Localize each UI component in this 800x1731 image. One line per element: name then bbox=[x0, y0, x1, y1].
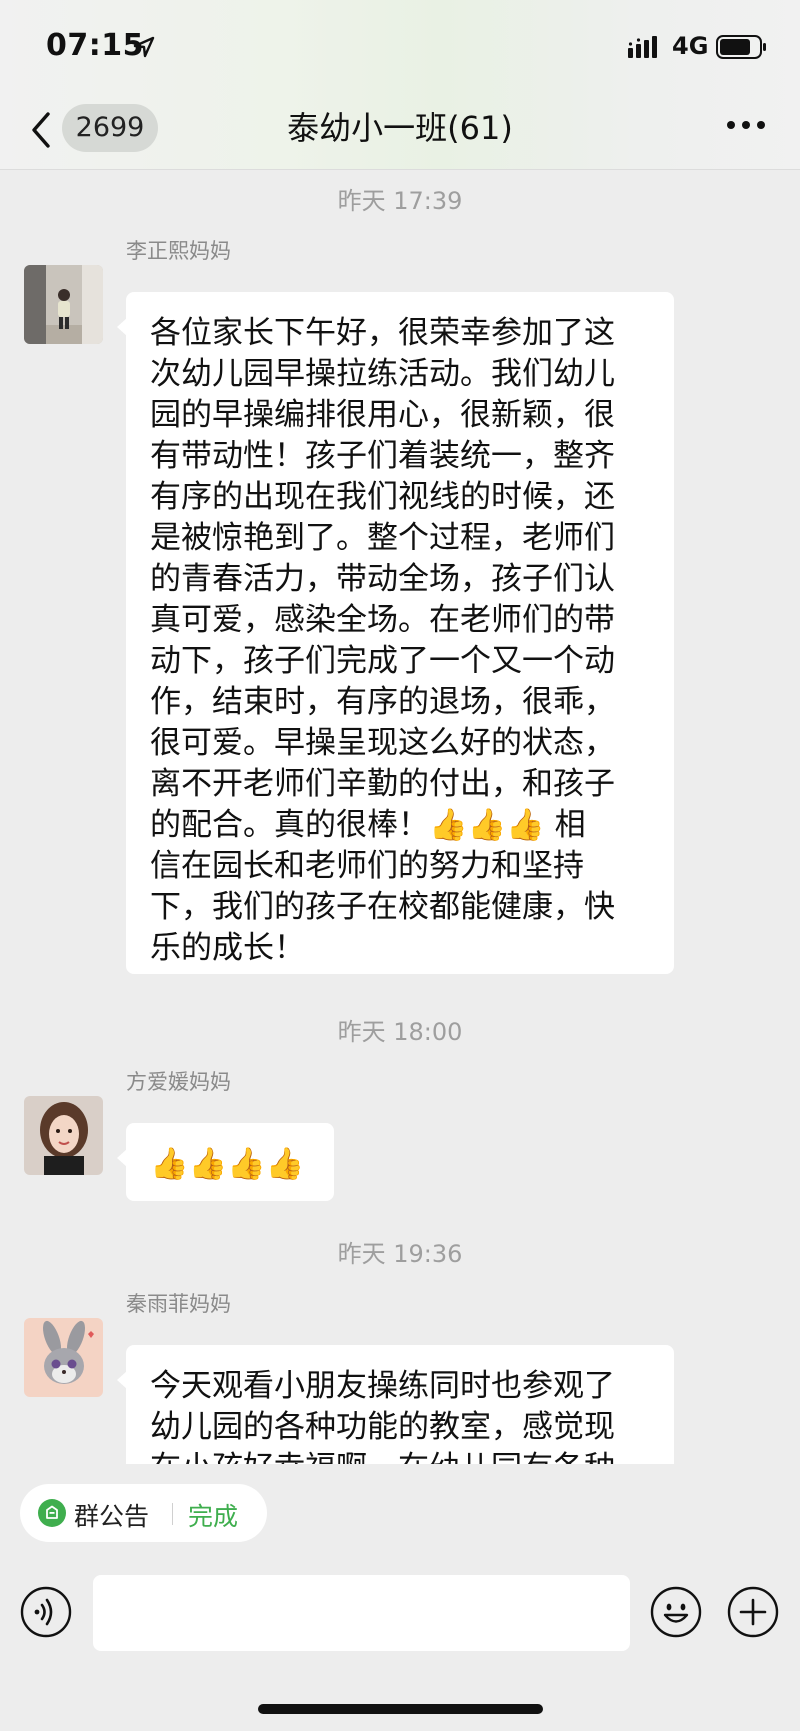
sender-name: 方爱媛妈妈 bbox=[126, 1070, 231, 1094]
message-line: 乐的成长！ bbox=[150, 930, 305, 966]
network-type: 4G bbox=[672, 32, 709, 60]
message-bubble[interactable]: 各位家长下午好，很荣幸参加了这 次幼儿园早操拉练活动。我们幼儿 园的早操编排很用… bbox=[117, 292, 674, 974]
divider bbox=[172, 1503, 173, 1525]
message-timestamp: 昨天 18:00 bbox=[337, 1018, 463, 1046]
emoji-icon[interactable] bbox=[650, 1586, 702, 1638]
nav-bar: 2699 泰幼小一班(61) bbox=[0, 92, 800, 170]
message-line: 有带动性！孩子们着装统一，整齐 bbox=[150, 438, 615, 474]
message-line: 今天观看小朋友操练同时也参观了 bbox=[150, 1368, 615, 1404]
chat-title: 泰幼小一班(61) bbox=[287, 109, 513, 147]
home-indicator bbox=[258, 1704, 543, 1714]
location-arrow-icon bbox=[133, 36, 155, 58]
message-line: 是被惊艳到了。整个过程，老师们 bbox=[150, 520, 615, 556]
message-line: 动下，孩子们完成了一个又一个动 bbox=[150, 643, 615, 679]
voice-icon[interactable] bbox=[20, 1586, 72, 1638]
status-time: 07:15 bbox=[46, 28, 144, 63]
message-list[interactable]: 昨天 17:39 李正熙妈妈 各位家长下午好，很荣幸参加了这 次幼儿园早操拉练活… bbox=[0, 171, 800, 1464]
message-line: 在小孩好幸福啊，在幼儿园有各种 bbox=[150, 1448, 652, 1464]
message-input[interactable] bbox=[93, 1575, 630, 1651]
message-line: 幼儿园的各种功能的教室，感觉现 bbox=[150, 1409, 615, 1445]
notice-icon bbox=[38, 1499, 66, 1527]
message-line: 离不开老师们辛勤的付出，和孩子 bbox=[150, 766, 615, 802]
message-line: 作，结束时，有序的退场，很乖， bbox=[150, 684, 615, 720]
more-dots-icon[interactable] bbox=[726, 118, 766, 132]
message-line: 真可爱，感染全场。在老师们的带 bbox=[150, 602, 615, 638]
notice-done-button[interactable]: 完成 bbox=[188, 1497, 238, 1533]
avatar[interactable] bbox=[24, 1318, 103, 1397]
message-bubble[interactable]: 👍👍👍👍 bbox=[117, 1123, 334, 1201]
avatar[interactable] bbox=[24, 265, 103, 344]
message-line: 有序的出现在我们视线的时候，还 bbox=[150, 479, 615, 515]
message-line: 园的早操编排很用心，很新颖，很 bbox=[150, 397, 615, 433]
battery-icon bbox=[716, 35, 766, 59]
sender-name: 李正熙妈妈 bbox=[126, 239, 231, 263]
message-line: 很可爱。早操呈现这么好的状态， bbox=[150, 725, 615, 761]
notice-label: 群公告 bbox=[74, 1502, 150, 1531]
avatar[interactable] bbox=[24, 1096, 103, 1175]
message-timestamp: 昨天 19:36 bbox=[337, 1240, 463, 1268]
plus-icon[interactable] bbox=[727, 1586, 779, 1638]
status-bar: 07:15 4G bbox=[0, 0, 800, 92]
message-bubble[interactable]: 今天观看小朋友操练同时也参观了 幼儿园的各种功能的教室，感觉现 在小孩好幸福啊，… bbox=[117, 1345, 674, 1464]
message-line: 各位家长下午好，很荣幸参加了这 bbox=[150, 315, 615, 351]
message-timestamp: 昨天 17:39 bbox=[337, 187, 463, 215]
message-line: 次幼儿园早操拉练活动。我们幼儿 bbox=[150, 356, 615, 392]
message-line: 的青春活力，带动全场，孩子们认 bbox=[150, 561, 615, 597]
message-line: 下，我们的孩子在校都能健康，快 bbox=[150, 889, 615, 925]
group-notice-chip[interactable]: 群公告 完成 bbox=[20, 1484, 267, 1542]
message-line: 信在园长和老师们的努力和坚持 bbox=[150, 848, 584, 884]
signal-icon bbox=[628, 36, 657, 58]
sender-name: 秦雨菲妈妈 bbox=[126, 1292, 231, 1316]
message-line: 👍👍👍👍 bbox=[150, 1146, 305, 1182]
message-line: 的配合。真的很棒！👍👍👍 相 bbox=[150, 807, 586, 843]
